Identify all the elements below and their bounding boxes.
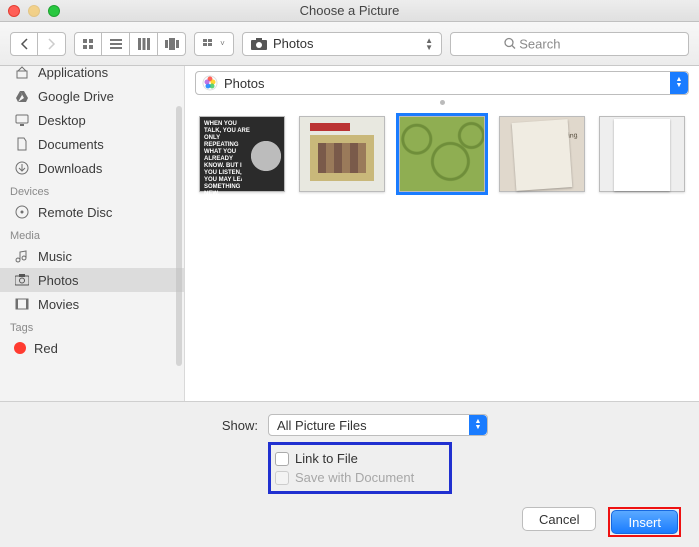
sidebar: Applications Google Drive Desktop Docume… <box>0 66 185 401</box>
link-to-file-checkbox[interactable]: Link to File <box>275 449 443 468</box>
save-with-document-checkbox: Save with Document <box>275 468 443 487</box>
location-label: Photos <box>273 36 313 51</box>
sidebar-item-label: Red <box>34 341 58 356</box>
insert-button[interactable]: Insert <box>611 510 678 534</box>
arrange-button-group: ˅ <box>194 32 234 56</box>
document-icon <box>14 136 30 152</box>
sidebar-item-tag-red[interactable]: Red <box>0 336 184 360</box>
icon-grid[interactable]: WHEN YOU TALK, YOU ARE ONLY REPEATING WH… <box>185 106 699 401</box>
sidebar-item-label: Applications <box>38 66 108 80</box>
sidebar-item-google-drive[interactable]: Google Drive <box>0 84 184 108</box>
photo-thumbnail-selected[interactable] <box>399 116 485 192</box>
path-bar: Photos ▲▼ <box>185 66 699 100</box>
column-view-button[interactable] <box>130 32 158 56</box>
camera-icon <box>14 272 30 288</box>
checkbox-label: Save with Document <box>295 470 414 485</box>
photo-thumbnail[interactable]: MASTERING CIVILITY <box>599 116 685 192</box>
search-input[interactable] <box>450 32 689 56</box>
updown-icon: ▲▼ <box>425 37 433 51</box>
sidebar-item-label: Photos <box>38 273 78 288</box>
checkbox-icon <box>275 471 289 485</box>
search-field[interactable]: Search <box>450 32 689 56</box>
desktop-icon <box>14 112 30 128</box>
icon-view-button[interactable] <box>74 32 102 56</box>
coverflow-view-button[interactable] <box>158 32 186 56</box>
file-type-value: All Picture Files <box>277 418 367 433</box>
dialog-buttons: Cancel Insert <box>18 497 681 537</box>
photo-thumbnail[interactable]: The Art of Thinking ClearlyROLF DOBELLI <box>499 116 585 192</box>
back-button[interactable] <box>10 32 38 56</box>
cancel-button[interactable]: Cancel <box>522 507 596 531</box>
view-mode-buttons <box>74 32 186 56</box>
location-popup[interactable]: Photos ▲▼ <box>242 32 442 56</box>
sidebar-item-remote-disc[interactable]: Remote Disc <box>0 200 184 224</box>
insert-button-highlight: Insert <box>608 507 681 537</box>
photo-thumbnail[interactable] <box>299 116 385 192</box>
list-view-button[interactable] <box>102 32 130 56</box>
forward-button <box>38 32 66 56</box>
google-drive-icon <box>14 88 30 104</box>
app-icon <box>14 66 30 80</box>
loading-dot-icon <box>440 100 445 105</box>
sidebar-item-label: Movies <box>38 297 79 312</box>
path-popup[interactable]: Photos ▲▼ <box>195 71 689 95</box>
photos-app-icon <box>202 75 218 91</box>
sidebar-item-label: Downloads <box>38 161 102 176</box>
sidebar-item-movies[interactable]: Movies <box>0 292 184 316</box>
red-tag-icon <box>14 342 26 354</box>
search-icon: Search <box>504 36 560 51</box>
toolbar: ˅ Photos ▲▼ Search <box>0 22 699 66</box>
disc-icon <box>14 204 30 220</box>
sidebar-item-desktop[interactable]: Desktop <box>0 108 184 132</box>
nav-buttons <box>10 32 66 56</box>
main-pane: Photos ▲▼ WHEN YOU TALK, YOU ARE ONLY RE… <box>185 66 699 401</box>
show-label: Show: <box>18 418 258 433</box>
updown-icon: ▲▼ <box>469 415 487 435</box>
download-icon <box>14 160 30 176</box>
window-title: Choose a Picture <box>0 3 699 18</box>
sidebar-scrollbar[interactable] <box>176 106 182 366</box>
sidebar-item-applications[interactable]: Applications <box>0 66 184 84</box>
bottom-panel: Show: All Picture Files ▲▼ Link to File … <box>0 401 699 547</box>
camera-icon <box>251 38 267 50</box>
sidebar-item-label: Google Drive <box>38 89 114 104</box>
titlebar: Choose a Picture <box>0 0 699 22</box>
sidebar-item-label: Documents <box>38 137 104 152</box>
sidebar-heading-devices: Devices <box>0 180 184 200</box>
sidebar-item-label: Remote Disc <box>38 205 112 220</box>
movies-icon <box>14 296 30 312</box>
link-options-highlight: Link to File Save with Document <box>268 442 452 494</box>
music-icon <box>14 248 30 264</box>
sidebar-item-documents[interactable]: Documents <box>0 132 184 156</box>
checkbox-label: Link to File <box>295 451 358 466</box>
sidebar-item-label: Desktop <box>38 113 86 128</box>
sidebar-item-music[interactable]: Music <box>0 244 184 268</box>
sidebar-item-downloads[interactable]: Downloads <box>0 156 184 180</box>
photo-thumbnail[interactable]: WHEN YOU TALK, YOU ARE ONLY REPEATING WH… <box>199 116 285 192</box>
sidebar-item-photos[interactable]: Photos <box>0 268 184 292</box>
checkbox-icon <box>275 452 289 466</box>
updown-icon: ▲▼ <box>670 72 688 94</box>
sidebar-item-label: Music <box>38 249 72 264</box>
sidebar-heading-media: Media <box>0 224 184 244</box>
arrange-button[interactable]: ˅ <box>194 32 234 56</box>
path-label: Photos <box>224 76 264 91</box>
sidebar-heading-tags: Tags <box>0 316 184 336</box>
file-type-select[interactable]: All Picture Files ▲▼ <box>268 414 488 436</box>
